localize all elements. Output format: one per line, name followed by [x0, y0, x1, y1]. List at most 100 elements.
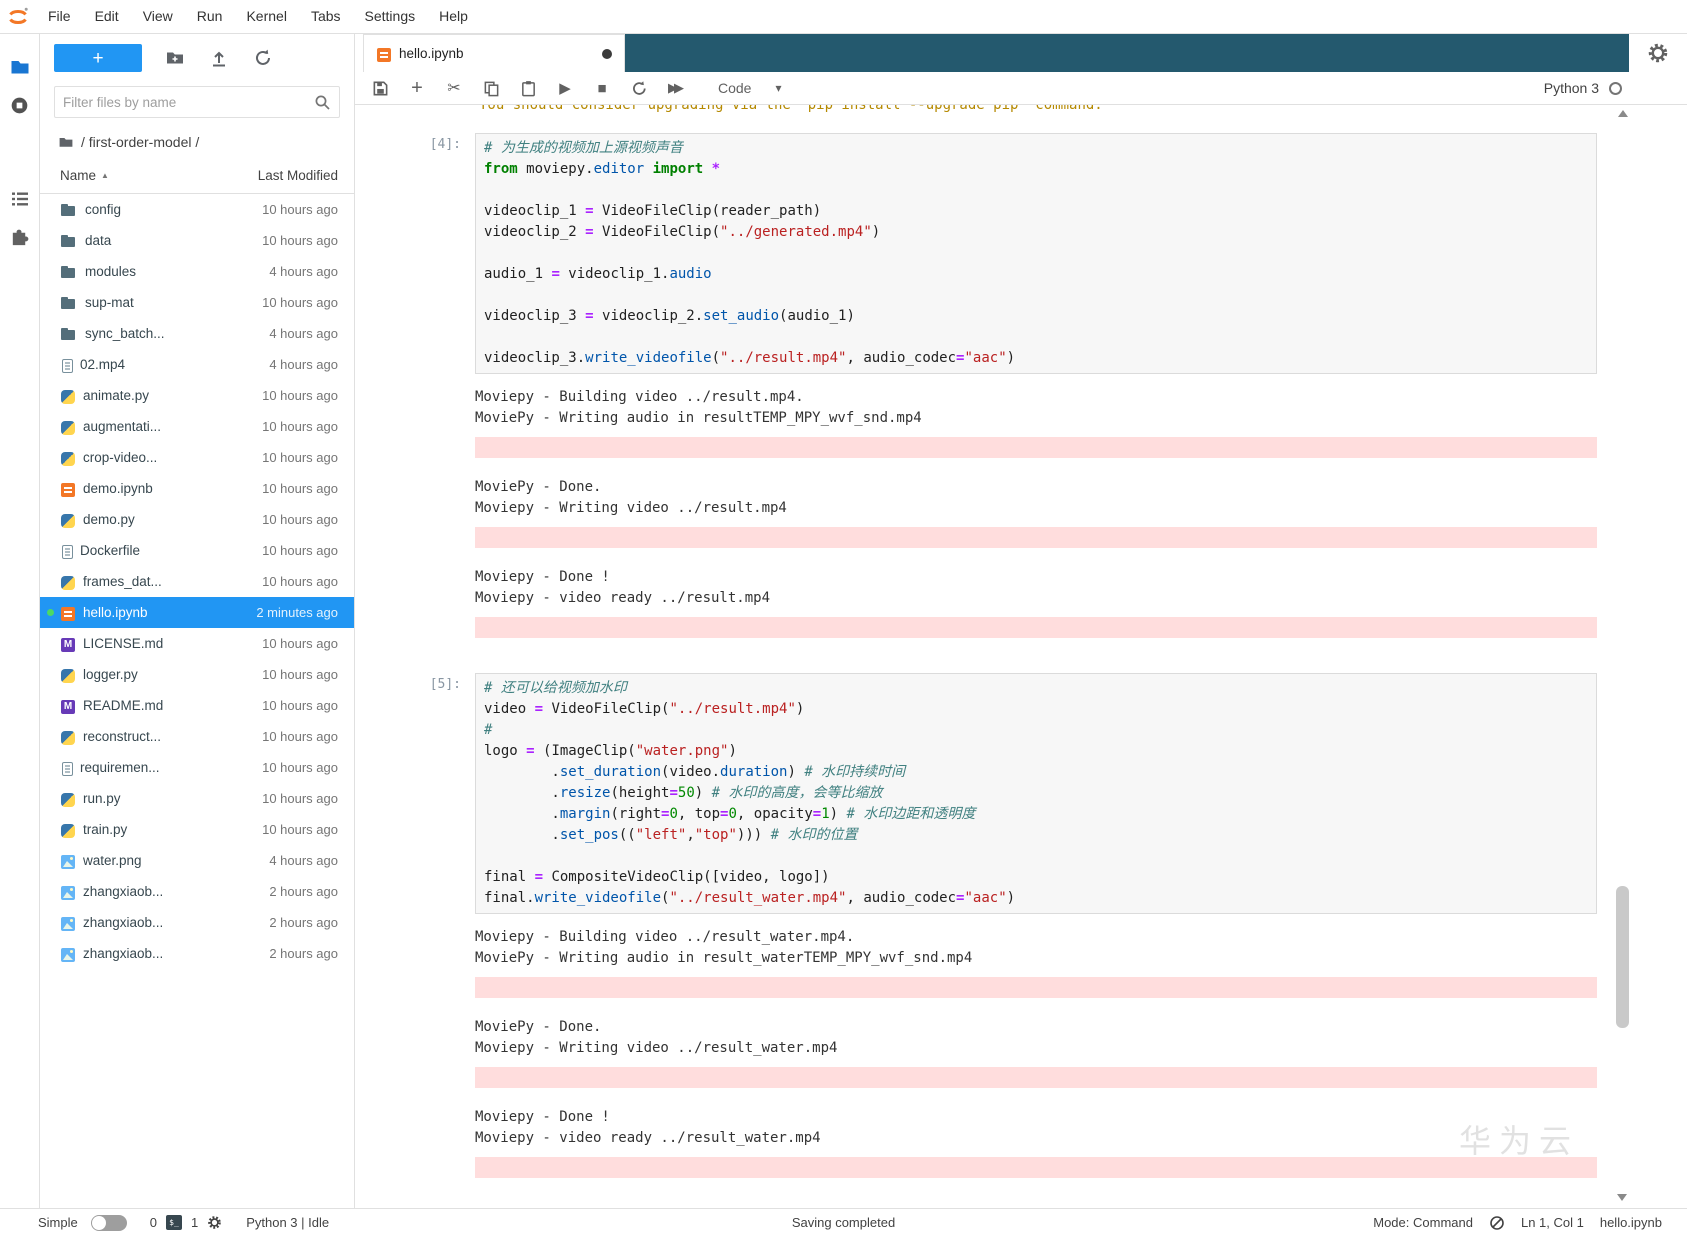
file-modified: 10 hours ago	[262, 822, 338, 837]
code-input[interactable]: # 为生成的视频加上源视频声音from moviepy.editor impor…	[475, 133, 1597, 374]
markdown-file-icon	[61, 700, 75, 714]
file-row[interactable]: Dockerfile10 hours ago	[40, 535, 354, 566]
file-row[interactable]: reconstruct...10 hours ago	[40, 721, 354, 752]
python-file-icon	[61, 421, 75, 435]
notebook-cell: [4]:# 为生成的视频加上源视频声音from moviepy.editor i…	[359, 133, 1597, 657]
copy-cells-icon[interactable]	[482, 78, 500, 98]
file-name: zhangxiaob...	[83, 946, 260, 961]
running-sessions-icon[interactable]	[0, 86, 39, 124]
markdown-file-icon	[61, 638, 75, 652]
breadcrumb[interactable]: / first-order-model /	[40, 126, 354, 158]
file-row[interactable]: water.png4 hours ago	[40, 845, 354, 876]
extension-manager-icon[interactable]	[0, 218, 39, 256]
insert-cell-icon[interactable]: +	[408, 78, 426, 98]
file-modified: 10 hours ago	[262, 636, 338, 651]
file-modified: 4 hours ago	[269, 264, 338, 279]
command-mode-indicator[interactable]: Mode: Command	[1373, 1215, 1473, 1230]
terminals-count[interactable]: 0	[150, 1215, 157, 1230]
file-row[interactable]: augmentati...10 hours ago	[40, 411, 354, 442]
interrupt-kernel-icon[interactable]: ■	[593, 78, 611, 98]
file-row[interactable]: data10 hours ago	[40, 225, 354, 256]
cell-collapser[interactable]	[363, 133, 369, 657]
file-modified: 2 hours ago	[269, 946, 338, 961]
upload-icon[interactable]	[208, 47, 230, 69]
menu-help[interactable]: Help	[427, 0, 480, 33]
scroll-down-icon[interactable]	[1617, 1194, 1627, 1201]
file-modified: 10 hours ago	[262, 574, 338, 589]
file-row[interactable]: frames_dat...10 hours ago	[40, 566, 354, 597]
menu-settings[interactable]: Settings	[353, 0, 428, 33]
refresh-icon[interactable]	[252, 47, 274, 69]
file-name: requiremen...	[80, 760, 253, 775]
file-name: Dockerfile	[80, 543, 253, 558]
file-row[interactable]: zhangxiaob... 2 hours ago	[40, 938, 354, 969]
kernels-count[interactable]: 1	[191, 1215, 198, 1230]
file-row[interactable]: train.py10 hours ago	[40, 814, 354, 845]
column-last-modified[interactable]: Last Modified	[258, 168, 338, 183]
file-row[interactable]: modules4 hours ago	[40, 256, 354, 287]
menu-view[interactable]: View	[131, 0, 185, 33]
file-row[interactable]: 02.mp44 hours ago	[40, 349, 354, 380]
progress-bar-output	[475, 527, 1597, 548]
notebook-scrollbar[interactable]	[1614, 107, 1631, 1204]
save-icon[interactable]	[371, 78, 389, 98]
file-row[interactable]: logger.py10 hours ago	[40, 659, 354, 690]
tab-dirty-close-icon[interactable]	[602, 49, 612, 59]
notification-icon[interactable]	[1489, 1215, 1505, 1231]
file-name: LICENSE.md	[83, 636, 253, 651]
settings-gear-icon[interactable]	[1647, 42, 1669, 64]
restart-kernel-icon[interactable]	[630, 78, 648, 98]
cut-cells-icon[interactable]: ✂	[445, 78, 463, 98]
file-row[interactable]: requiremen...10 hours ago	[40, 752, 354, 783]
column-name[interactable]: Name ▲	[60, 168, 258, 183]
file-row[interactable]: zhangxiaob...2 hours ago	[40, 907, 354, 938]
file-modified: 2 hours ago	[269, 915, 338, 930]
new-launcher-button[interactable]: +	[54, 44, 142, 72]
new-folder-icon[interactable]	[164, 47, 186, 69]
file-browser-icon[interactable]	[0, 48, 39, 86]
file-row[interactable]: config10 hours ago	[40, 194, 354, 225]
cursor-position[interactable]: Ln 1, Col 1	[1521, 1215, 1584, 1230]
folder-file-icon	[60, 295, 76, 311]
code-input[interactable]: # 还可以给视频加水印video = VideoFileClip("../res…	[475, 673, 1597, 914]
tab-hello-ipynb[interactable]: hello.ipynb	[363, 34, 625, 72]
kernel-status-text[interactable]: Python 3 | Idle	[246, 1215, 329, 1230]
menu-tabs[interactable]: Tabs	[299, 0, 353, 33]
file-row[interactable]: hello.ipynb2 minutes ago	[40, 597, 354, 628]
file-row[interactable]: sup-mat10 hours ago	[40, 287, 354, 318]
file-modified: 10 hours ago	[262, 791, 338, 806]
menu-edit[interactable]: Edit	[83, 0, 131, 33]
menubar-items: FileEditViewRunKernelTabsSettingsHelp	[36, 0, 480, 33]
table-of-contents-icon[interactable]	[0, 180, 39, 218]
file-name: water.png	[83, 853, 260, 868]
file-row[interactable]: sync_batch...4 hours ago	[40, 318, 354, 349]
file-row[interactable]: demo.py10 hours ago	[40, 504, 354, 535]
cell-collapser[interactable]	[363, 673, 369, 1197]
image-file-icon	[61, 855, 75, 869]
file-row[interactable]: zhangxiaob...2 hours ago	[40, 876, 354, 907]
file-row[interactable]: demo.ipynb10 hours ago	[40, 473, 354, 504]
jupyter-logo-icon	[0, 0, 36, 33]
simple-mode-toggle[interactable]	[91, 1215, 127, 1231]
file-row[interactable]: crop-video...10 hours ago	[40, 442, 354, 473]
file-row[interactable]: README.md10 hours ago	[40, 690, 354, 721]
cell-type-dropdown[interactable]: Code ▾	[718, 80, 782, 96]
kernel-name-button[interactable]: Python 3	[1544, 80, 1599, 96]
stream-output: Moviepy - Building video ../result.mp4.M…	[475, 387, 1597, 429]
menu-file[interactable]: File	[36, 0, 83, 33]
chevron-down-icon: ▾	[775, 81, 781, 95]
file-row[interactable]: LICENSE.md 10 hours ago	[40, 628, 354, 659]
restart-run-all-icon[interactable]: ▶▶	[667, 78, 685, 98]
menu-run[interactable]: Run	[185, 0, 235, 33]
file-row[interactable]: run.py10 hours ago	[40, 783, 354, 814]
filter-files-input[interactable]	[63, 95, 314, 110]
run-icon[interactable]: ▶	[556, 78, 574, 98]
python-file-icon	[61, 576, 75, 590]
file-row[interactable]: animate.py10 hours ago	[40, 380, 354, 411]
menu-kernel[interactable]: Kernel	[234, 0, 298, 33]
kernel-status-idle-icon[interactable]	[1609, 82, 1622, 95]
scrollbar-thumb[interactable]	[1616, 886, 1629, 1029]
notebook-scroll-region[interactable]: You should consider upgrading via the 'p…	[355, 105, 1597, 1208]
scroll-up-icon[interactable]	[1618, 110, 1628, 117]
paste-cells-icon[interactable]	[519, 78, 537, 98]
